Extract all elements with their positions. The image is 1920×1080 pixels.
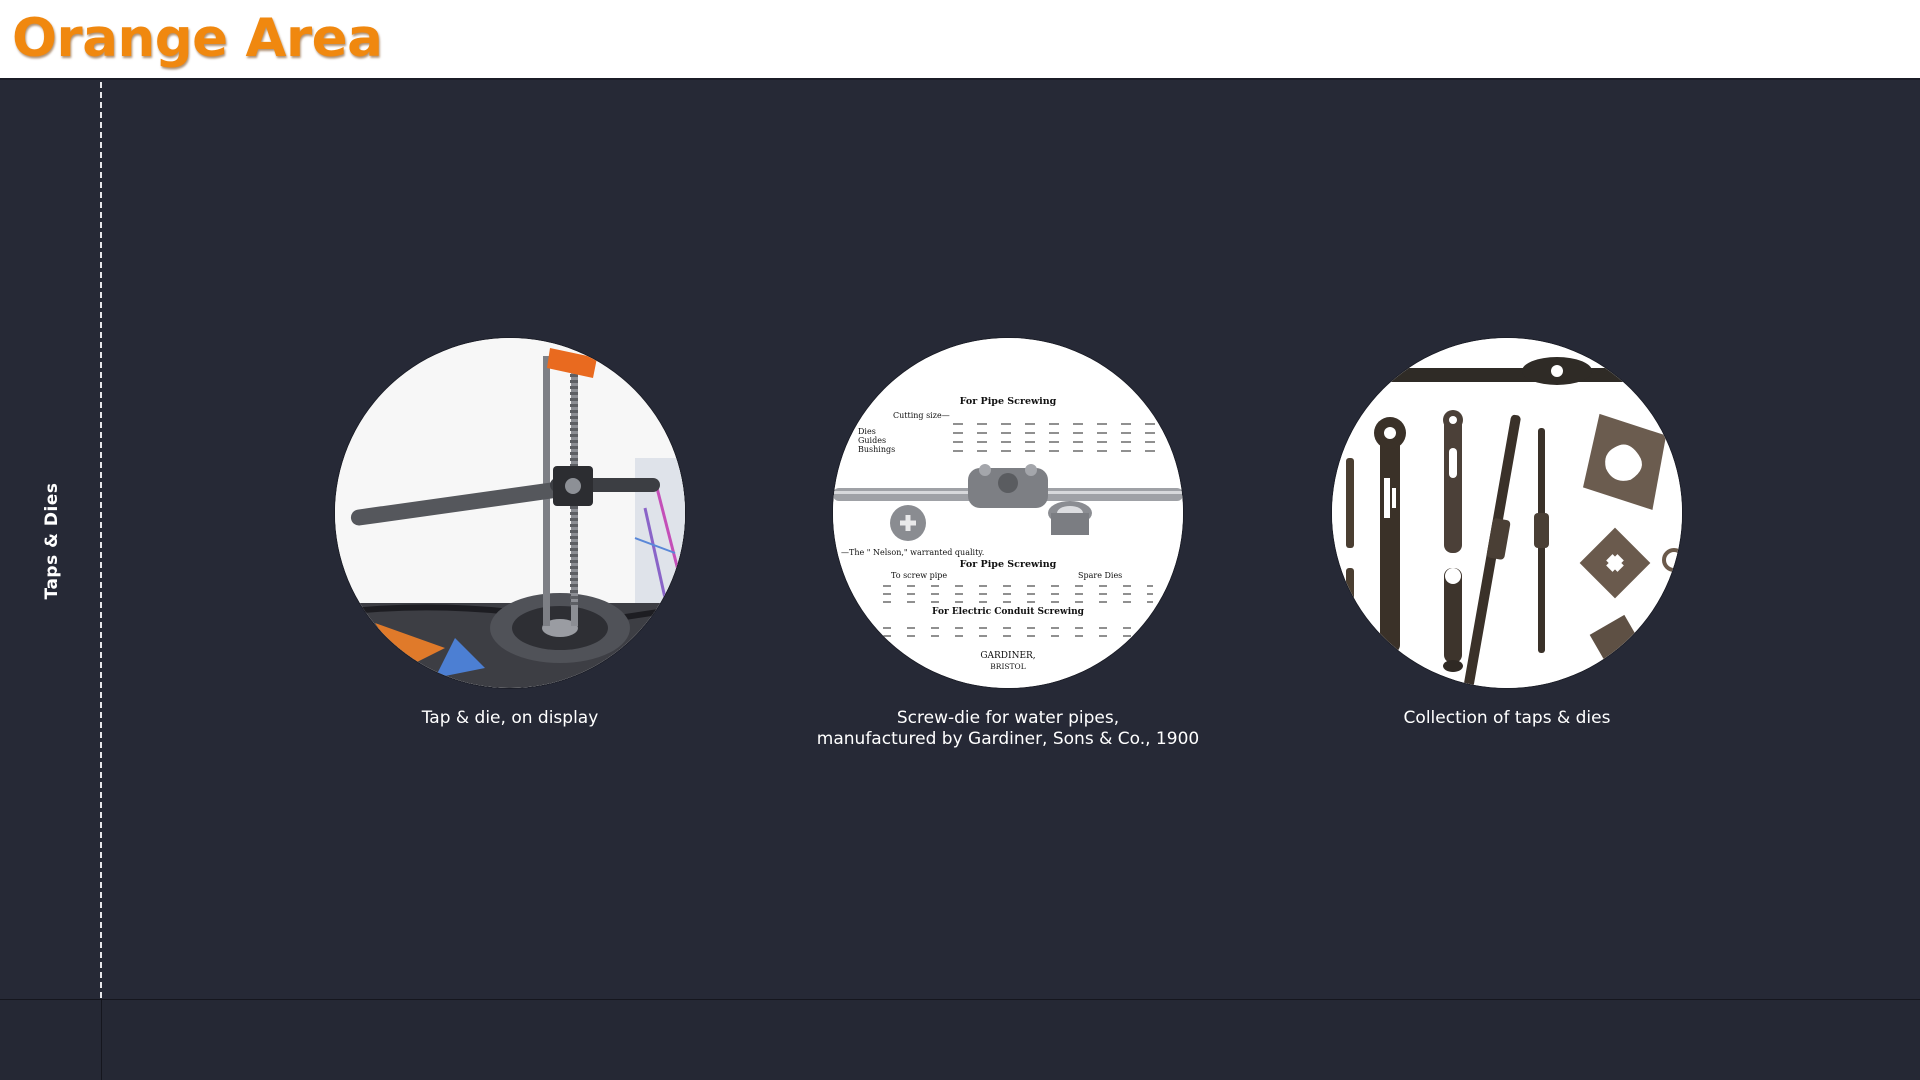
photo-caption: Tap & die, on display xyxy=(310,708,710,729)
gallery-item-taps-collection[interactable]: Collection of taps & dies xyxy=(1307,338,1707,729)
timeline-divider xyxy=(100,82,102,998)
caption-line: manufactured by Gardiner, Sons & Co., 19… xyxy=(816,729,1200,749)
tap-and-die-illustration xyxy=(335,338,685,688)
catalogue-row-bushings: Bushings xyxy=(858,445,895,454)
caption-line: Tap & die, on display xyxy=(421,708,599,728)
catalogue-heading-2: For Pipe Screwing xyxy=(960,559,1057,570)
catalogue-maker: GARDINER, xyxy=(980,651,1035,661)
catalogue-row-dies: Dies xyxy=(858,427,876,436)
page-title: Orange Area xyxy=(12,8,383,69)
catalogue-heading-1: For Pipe Screwing xyxy=(960,396,1057,407)
page-footer xyxy=(0,999,1920,1080)
section-label: Taps & Dies xyxy=(42,482,62,600)
catalogue-page-illustration: For Pipe Screwing Cutting size— Dies Gui… xyxy=(833,338,1183,688)
taps-collection-photo[interactable] xyxy=(1332,338,1682,688)
catalogue-page-photo[interactable]: For Pipe Screwing Cutting size— Dies Gui… xyxy=(833,338,1183,688)
catalogue-row-guides: Guides xyxy=(858,436,886,445)
gallery-item-screw-die-catalogue[interactable]: For Pipe Screwing Cutting size— Dies Gui… xyxy=(808,338,1208,750)
page-header: Orange Area xyxy=(0,0,1920,80)
tap-and-die-photo[interactable] xyxy=(335,338,685,688)
catalogue-col-to-screw: To screw pipe xyxy=(891,571,947,580)
caption-line: Screw-die for water pipes, xyxy=(896,708,1120,728)
caption-line: Collection of taps & dies xyxy=(1403,708,1611,728)
catalogue-city: BRISTOL xyxy=(990,662,1025,671)
catalogue-heading-3: For Electric Conduit Screwing xyxy=(932,607,1085,617)
footer-divider xyxy=(101,1000,102,1080)
catalogue-col-spare: Spare Dies xyxy=(1078,571,1122,580)
photo-caption: Collection of taps & dies xyxy=(1307,708,1707,729)
catalogue-quality-note: —The " Nelson," warranted quality. xyxy=(841,548,984,557)
photo-caption: Screw-die for water pipes, manufactured … xyxy=(808,708,1208,750)
catalogue-cutting-size: Cutting size— xyxy=(893,411,950,420)
gallery-item-tap-die-display[interactable]: Tap & die, on display xyxy=(310,338,710,729)
taps-collection-illustration xyxy=(1332,338,1682,688)
